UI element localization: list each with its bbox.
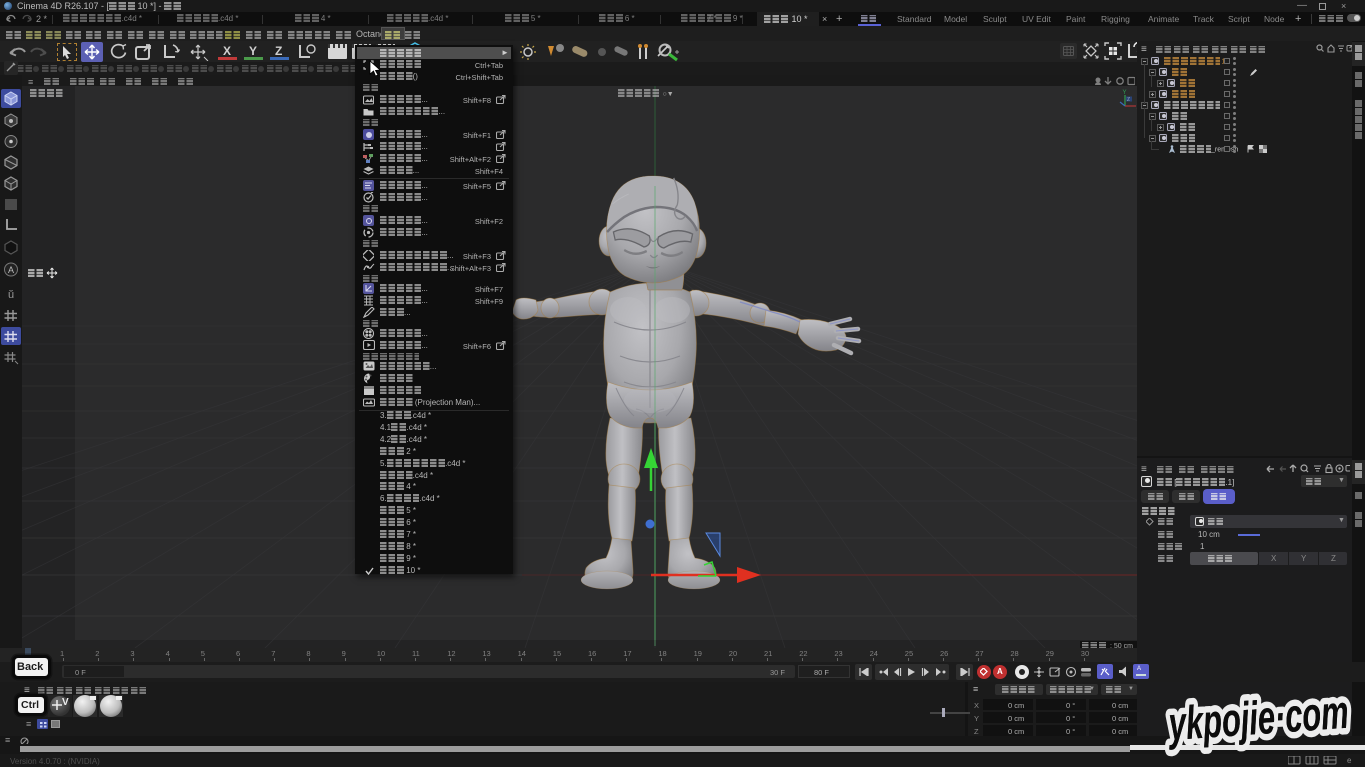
svg-text:ŭ: ŭ <box>8 289 14 301</box>
svg-text:ykpojie·com: ykpojie·com <box>1166 685 1351 751</box>
svg-text:Z: Z <box>1127 97 1130 103</box>
svg-text:A: A <box>8 265 14 275</box>
